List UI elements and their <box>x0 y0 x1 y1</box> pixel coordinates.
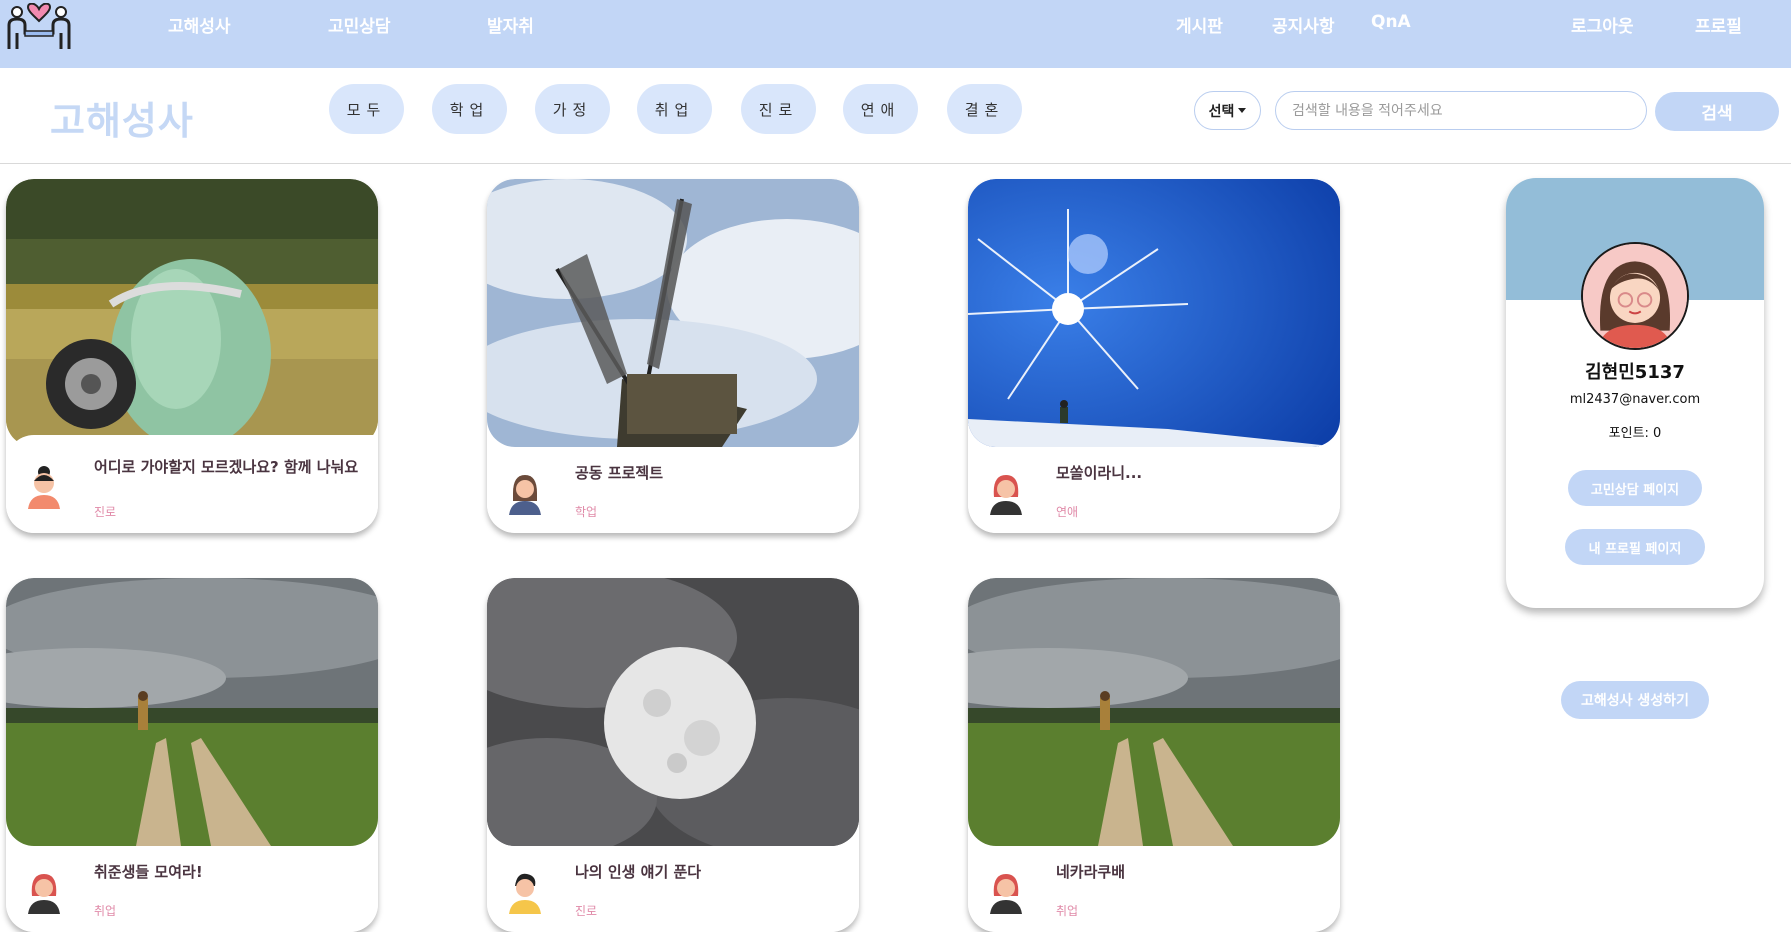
post-image-path-field <box>968 578 1340 846</box>
page-title: 고해성사 <box>50 99 194 143</box>
counsel-page-button[interactable]: 고민상담 페이지 <box>1568 470 1702 506</box>
category-chip-study[interactable]: 학업 <box>432 84 507 134</box>
create-confession-button[interactable]: 고해성사 생성하기 <box>1561 681 1709 719</box>
nav-profile[interactable]: 프로필 <box>1695 12 1742 37</box>
category-chip-marriage[interactable]: 결혼 <box>947 84 1022 134</box>
profile-avatar <box>1581 242 1689 350</box>
post-category: 진로 <box>575 904 598 918</box>
post-card[interactable]: 취준생들 모여라! 취업 <box>6 578 378 932</box>
post-info: 어디로 가야할지 모르겠나요? 함께 나눠요 진로 <box>6 435 378 533</box>
top-nav: 고해성사 고민상담 발자취 게시판 공지사항 QnA 로그아웃 프로필 <box>0 0 1791 68</box>
author-avatar <box>24 461 64 509</box>
post-card[interactable]: 공동 프로젝트 학업 <box>487 179 859 533</box>
post-card[interactable]: 어디로 가야할지 모르겠나요? 함께 나눠요 진로 <box>6 179 378 533</box>
post-info: 네카라쿠배 취업 <box>968 848 1340 932</box>
profile-email: ml2437@naver.com <box>1569 392 1701 407</box>
author-avatar <box>986 866 1026 914</box>
search-button[interactable]: 검색 <box>1655 92 1779 131</box>
post-info: 공동 프로젝트 학업 <box>487 449 859 533</box>
post-image-path-field <box>6 578 378 846</box>
post-title: 취준생들 모여라! <box>94 863 203 881</box>
post-title: 공동 프로젝트 <box>575 464 664 482</box>
post-info: 나의 인생 얘기 푼다 진로 <box>487 848 859 932</box>
nav-board[interactable]: 게시판 <box>1176 12 1223 37</box>
post-category: 취업 <box>94 904 117 918</box>
post-card[interactable]: 나의 인생 얘기 푼다 진로 <box>487 578 859 932</box>
caret-down-icon <box>1238 108 1247 113</box>
logo-icon[interactable] <box>6 2 72 51</box>
category-chip-job[interactable]: 취업 <box>637 84 712 134</box>
post-category: 학업 <box>575 505 598 519</box>
search-type-select[interactable]: 선택 <box>1194 91 1261 130</box>
search-input[interactable] <box>1275 91 1647 130</box>
nav-footprints[interactable]: 발자취 <box>487 12 534 37</box>
post-info: 모쏠이라니... 연애 <box>968 449 1340 533</box>
nav-confession[interactable]: 고해성사 <box>168 12 231 37</box>
post-image-car-field <box>6 179 378 447</box>
author-avatar <box>505 866 545 914</box>
category-chip-love[interactable]: 연애 <box>843 84 918 134</box>
post-card[interactable]: 모쏠이라니... 연애 <box>968 179 1340 533</box>
nav-notice[interactable]: 공지사항 <box>1272 12 1335 37</box>
author-avatar <box>505 467 545 515</box>
post-image-sun-snow <box>968 179 1340 447</box>
post-title: 모쏠이라니... <box>1056 464 1143 482</box>
post-image-moon <box>487 578 859 846</box>
post-image-windmill <box>487 179 859 447</box>
my-profile-button[interactable]: 내 프로필 페이지 <box>1565 529 1705 565</box>
nav-qna[interactable]: QnA <box>1371 12 1411 32</box>
category-chip-career[interactable]: 진로 <box>741 84 816 134</box>
post-category: 연애 <box>1056 505 1079 519</box>
profile-card: 김현민5137 ml2437@naver.com 포인트: 0 고민상담 페이지… <box>1506 178 1764 608</box>
post-title: 나의 인생 얘기 푼다 <box>575 863 702 881</box>
category-chip-all[interactable]: 모두 <box>329 84 404 134</box>
post-category: 진로 <box>94 505 117 519</box>
post-category: 취업 <box>1056 904 1079 918</box>
post-info: 취준생들 모여라! 취업 <box>6 848 378 932</box>
nav-counsel[interactable]: 고민상담 <box>328 12 391 37</box>
profile-points: 포인트: 0 <box>1608 426 1662 441</box>
post-title: 네카라쿠배 <box>1056 863 1126 881</box>
post-card[interactable]: 네카라쿠배 취업 <box>968 578 1340 932</box>
filter-bar: 고해성사 모두 학업 가정 취업 진로 연애 결혼 선택 검색 <box>0 68 1791 164</box>
author-avatar <box>24 866 64 914</box>
category-chip-family[interactable]: 가정 <box>535 84 610 134</box>
author-avatar <box>986 467 1026 515</box>
post-title: 어디로 가야할지 모르겠나요? 함께 나눠요 <box>94 458 359 476</box>
profile-name: 김현민5137 <box>1585 362 1685 383</box>
select-label: 선택 <box>1208 103 1235 120</box>
nav-logout[interactable]: 로그아웃 <box>1571 12 1634 37</box>
